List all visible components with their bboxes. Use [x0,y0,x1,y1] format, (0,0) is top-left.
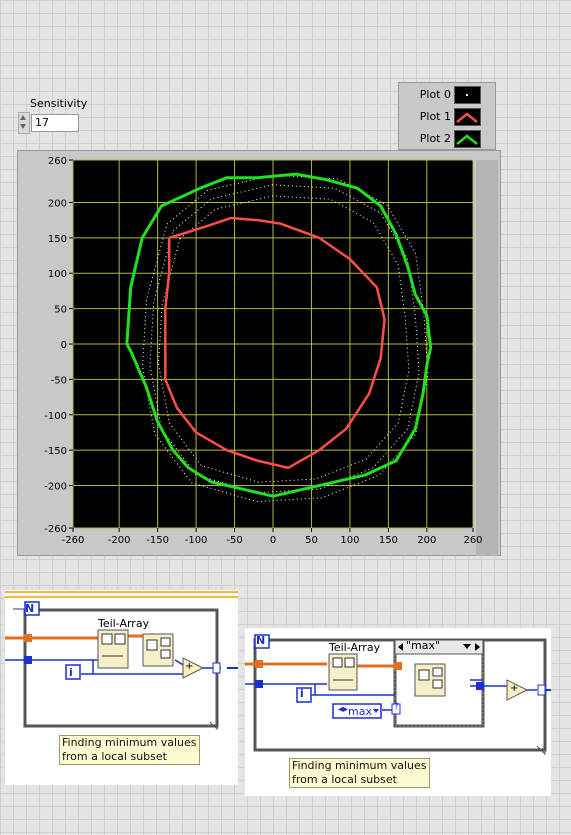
y-tick-label: -200 [44,482,67,493]
comment-2: Finding minimum values from a local subs… [289,758,430,788]
decrement-icon[interactable] [20,124,26,129]
legend-item-plot-0[interactable]: Plot 0 [399,84,495,106]
plot-2-swatch-icon[interactable] [454,130,481,148]
legend-item-plot-2[interactable]: Plot 2 [399,128,495,150]
x-tick-label: 100 [340,535,359,546]
comment-line-2: from a local subset [62,750,167,763]
case-selector-question: ? [394,702,399,712]
x-tick-label: -150 [146,535,169,546]
x-tick-label: -100 [185,535,208,546]
legend-label: Plot 1 [419,110,451,123]
teil-array-label: Teil-Array [329,641,381,654]
x-tick-label: -200 [108,535,131,546]
add-label: + [185,661,194,672]
case-blue-tunnel-icon [476,682,484,690]
output-tunnel-icon [537,684,546,696]
increment-icon[interactable] [20,115,26,120]
y-tick-label: 50 [54,305,67,316]
y-tick-label: 200 [48,198,67,209]
loop-count-label: N [25,602,35,615]
plot-0-swatch-icon[interactable] [454,86,481,104]
iteration-label: i [300,687,304,700]
plot-1-swatch-icon[interactable] [454,108,481,126]
x-tick-label: 0 [270,535,276,546]
y-tick-label: -50 [51,375,67,386]
x-tick-label: -50 [226,535,242,546]
orange-tunnel-icon [255,660,263,668]
x-tick-label: -260 [62,535,85,546]
blue-tunnel-icon [255,680,263,688]
y-tick-label: -260 [44,524,67,535]
y-tick-label: -100 [44,411,67,422]
x-tick-label: 50 [305,535,318,546]
enum-arrows-icon: ◂▸ [338,704,349,715]
comment-line-1: Finding minimum values [292,759,427,772]
enum-value: max [348,705,372,718]
teil-array-label: Teil-Array [98,617,150,630]
x-tick-label: 260 [463,535,482,546]
y-tick-label: 0 [61,340,67,351]
case-selector-value[interactable]: "max" [406,639,440,652]
loop-count-label: N [256,634,266,647]
legend-label: Plot 2 [419,132,451,145]
x-tick-label: 150 [379,535,398,546]
output-tunnel-icon [212,662,221,674]
sensitivity-label: Sensitivity [30,97,88,110]
orange-tunnel-icon [24,634,32,642]
blue-tunnel-icon [24,656,32,664]
y-tick-label: 100 [48,269,67,280]
x-tick-label: 200 [417,535,436,546]
xy-graph[interactable]: -260 -200 -150 -100 -50 0 50 100 150 200 260 260 200… [17,150,501,556]
legend-label: Plot 0 [419,88,451,101]
y-tick-label: 260 [48,156,67,167]
case-orange-tunnel-icon [394,662,402,670]
y-tick-label: 150 [48,234,67,245]
comment-1: Finding minimum values from a local subs… [59,735,200,765]
iteration-label: i [69,666,73,679]
increment-decrement-arrows[interactable] [18,112,30,134]
sensitivity-input[interactable]: 17 [31,114,79,132]
y-tick-label: -150 [44,446,67,457]
sensitivity-control[interactable]: 17 [18,112,82,134]
add-label: + [510,683,519,694]
comment-line-2: from a local subset [292,773,397,786]
legend-item-plot-1[interactable]: Plot 1 [399,106,495,128]
comment-line-1: Finding minimum values [62,736,197,749]
plot-legend: Plot 0 Plot 1 Plot 2 [398,82,496,150]
